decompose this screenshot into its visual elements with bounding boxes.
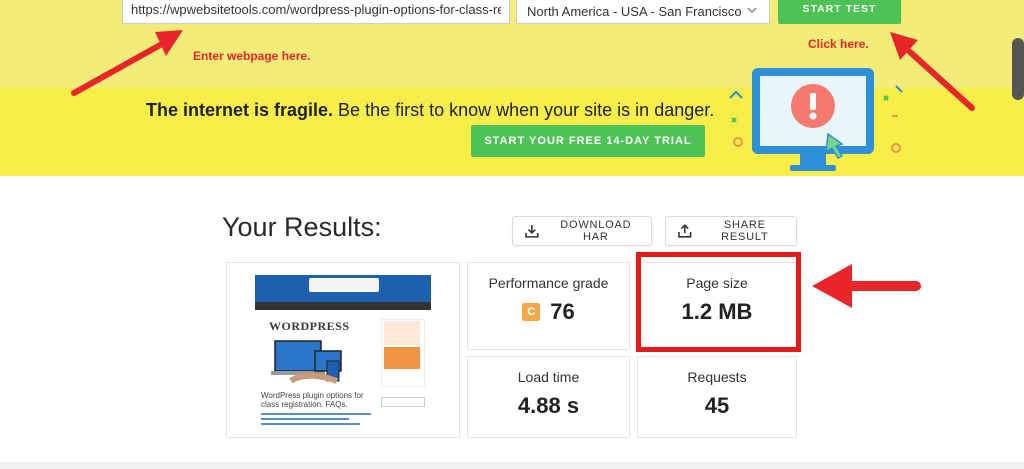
- thumb-site-logo: [309, 278, 379, 292]
- load-time-label: Load time: [517, 369, 580, 385]
- download-har-button[interactable]: DOWNLOAD HAR: [512, 216, 652, 246]
- thumb-devices-image: [271, 340, 342, 384]
- requests-value: 45: [704, 393, 730, 418]
- page-screenshot-thumbnail: WORDPRESS WordPress plugin options for c…: [226, 262, 460, 438]
- requests-label: Requests: [687, 369, 747, 385]
- download-har-label: DOWNLOAD HAR: [560, 219, 632, 243]
- performance-grade-card: Performance grade C 76: [467, 262, 630, 350]
- grade-letter-badge: C: [522, 303, 541, 321]
- thumb-site-nav: [255, 302, 431, 310]
- page-bottom-edge: [0, 462, 1024, 469]
- results-title: Your Results:: [222, 212, 382, 242]
- thumb-article-title: WordPress plugin options for class regis…: [261, 391, 364, 409]
- thumb-search-box: [381, 397, 425, 407]
- arrow-to-url-input: [71, 30, 183, 96]
- share-icon: [678, 224, 692, 238]
- share-result-button[interactable]: SHARE RESULT: [665, 216, 797, 246]
- share-result-label: SHARE RESULT: [721, 219, 769, 243]
- thumb-wordpress-logo: WORDPRESS: [269, 319, 350, 333]
- load-time-value: 4.88 s: [517, 393, 580, 418]
- performance-grade-value: 76: [550, 299, 575, 324]
- annotation-enter-webpage: Enter webpage here.: [193, 49, 311, 63]
- performance-grade-label: Performance grade: [488, 275, 609, 291]
- arrow-to-start-button: [890, 32, 975, 111]
- annotation-click-here: Click here.: [808, 37, 869, 51]
- thumb-site-header: [255, 275, 431, 302]
- download-icon: [525, 225, 539, 238]
- requests-card: Requests 45: [637, 356, 797, 438]
- arrow-to-page-size: [812, 264, 921, 308]
- page-size-highlight: [636, 252, 801, 352]
- thumb-ad: [382, 321, 422, 371]
- load-time-card: Load time 4.88 s: [467, 356, 630, 438]
- thumb-article-text: [261, 413, 371, 433]
